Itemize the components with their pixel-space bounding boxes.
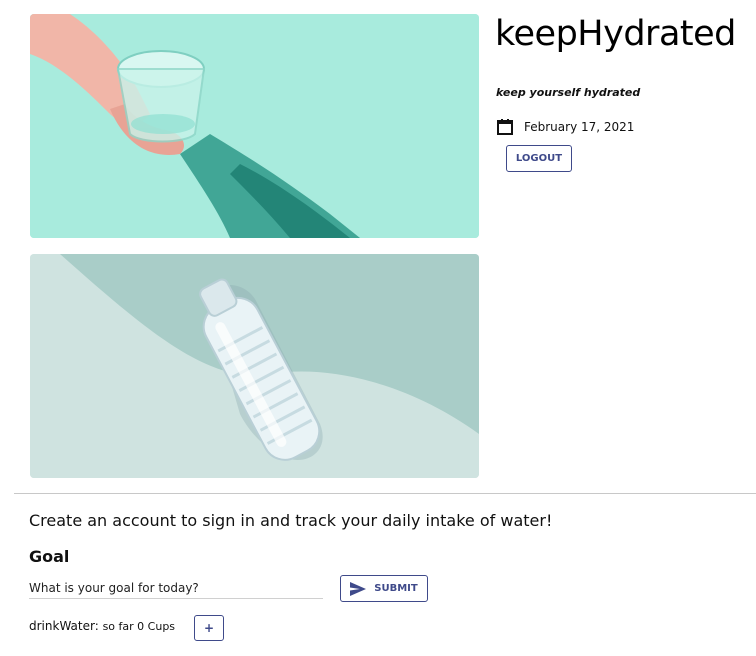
submit-button[interactable]: SUBMIT — [340, 575, 428, 602]
hand-holding-glass-photo — [30, 14, 479, 238]
add-cup-button[interactable]: + — [194, 615, 224, 641]
current-date: February 17, 2021 — [524, 120, 635, 134]
app-title: keepHydrated — [495, 14, 736, 54]
goal-input[interactable] — [29, 578, 323, 599]
section-divider — [14, 493, 756, 494]
intro-text: Create an account to sign in and track y… — [29, 511, 553, 530]
drink-water-label: drinkWater: — [29, 619, 99, 633]
cups-count: so far 0 Cups — [102, 620, 176, 633]
tagline: keep yourself hydrated — [496, 86, 641, 99]
date-display: February 17, 2021 — [496, 118, 634, 136]
send-icon — [350, 581, 367, 596]
water-bottle-photo — [30, 254, 479, 478]
logout-button[interactable]: LOGOUT — [506, 145, 572, 172]
calendar-icon — [497, 119, 513, 135]
drink-water-row: drinkWater: so far 0 Cups — [29, 619, 175, 633]
goal-heading: Goal — [29, 547, 70, 566]
submit-label: SUBMIT — [374, 583, 418, 594]
